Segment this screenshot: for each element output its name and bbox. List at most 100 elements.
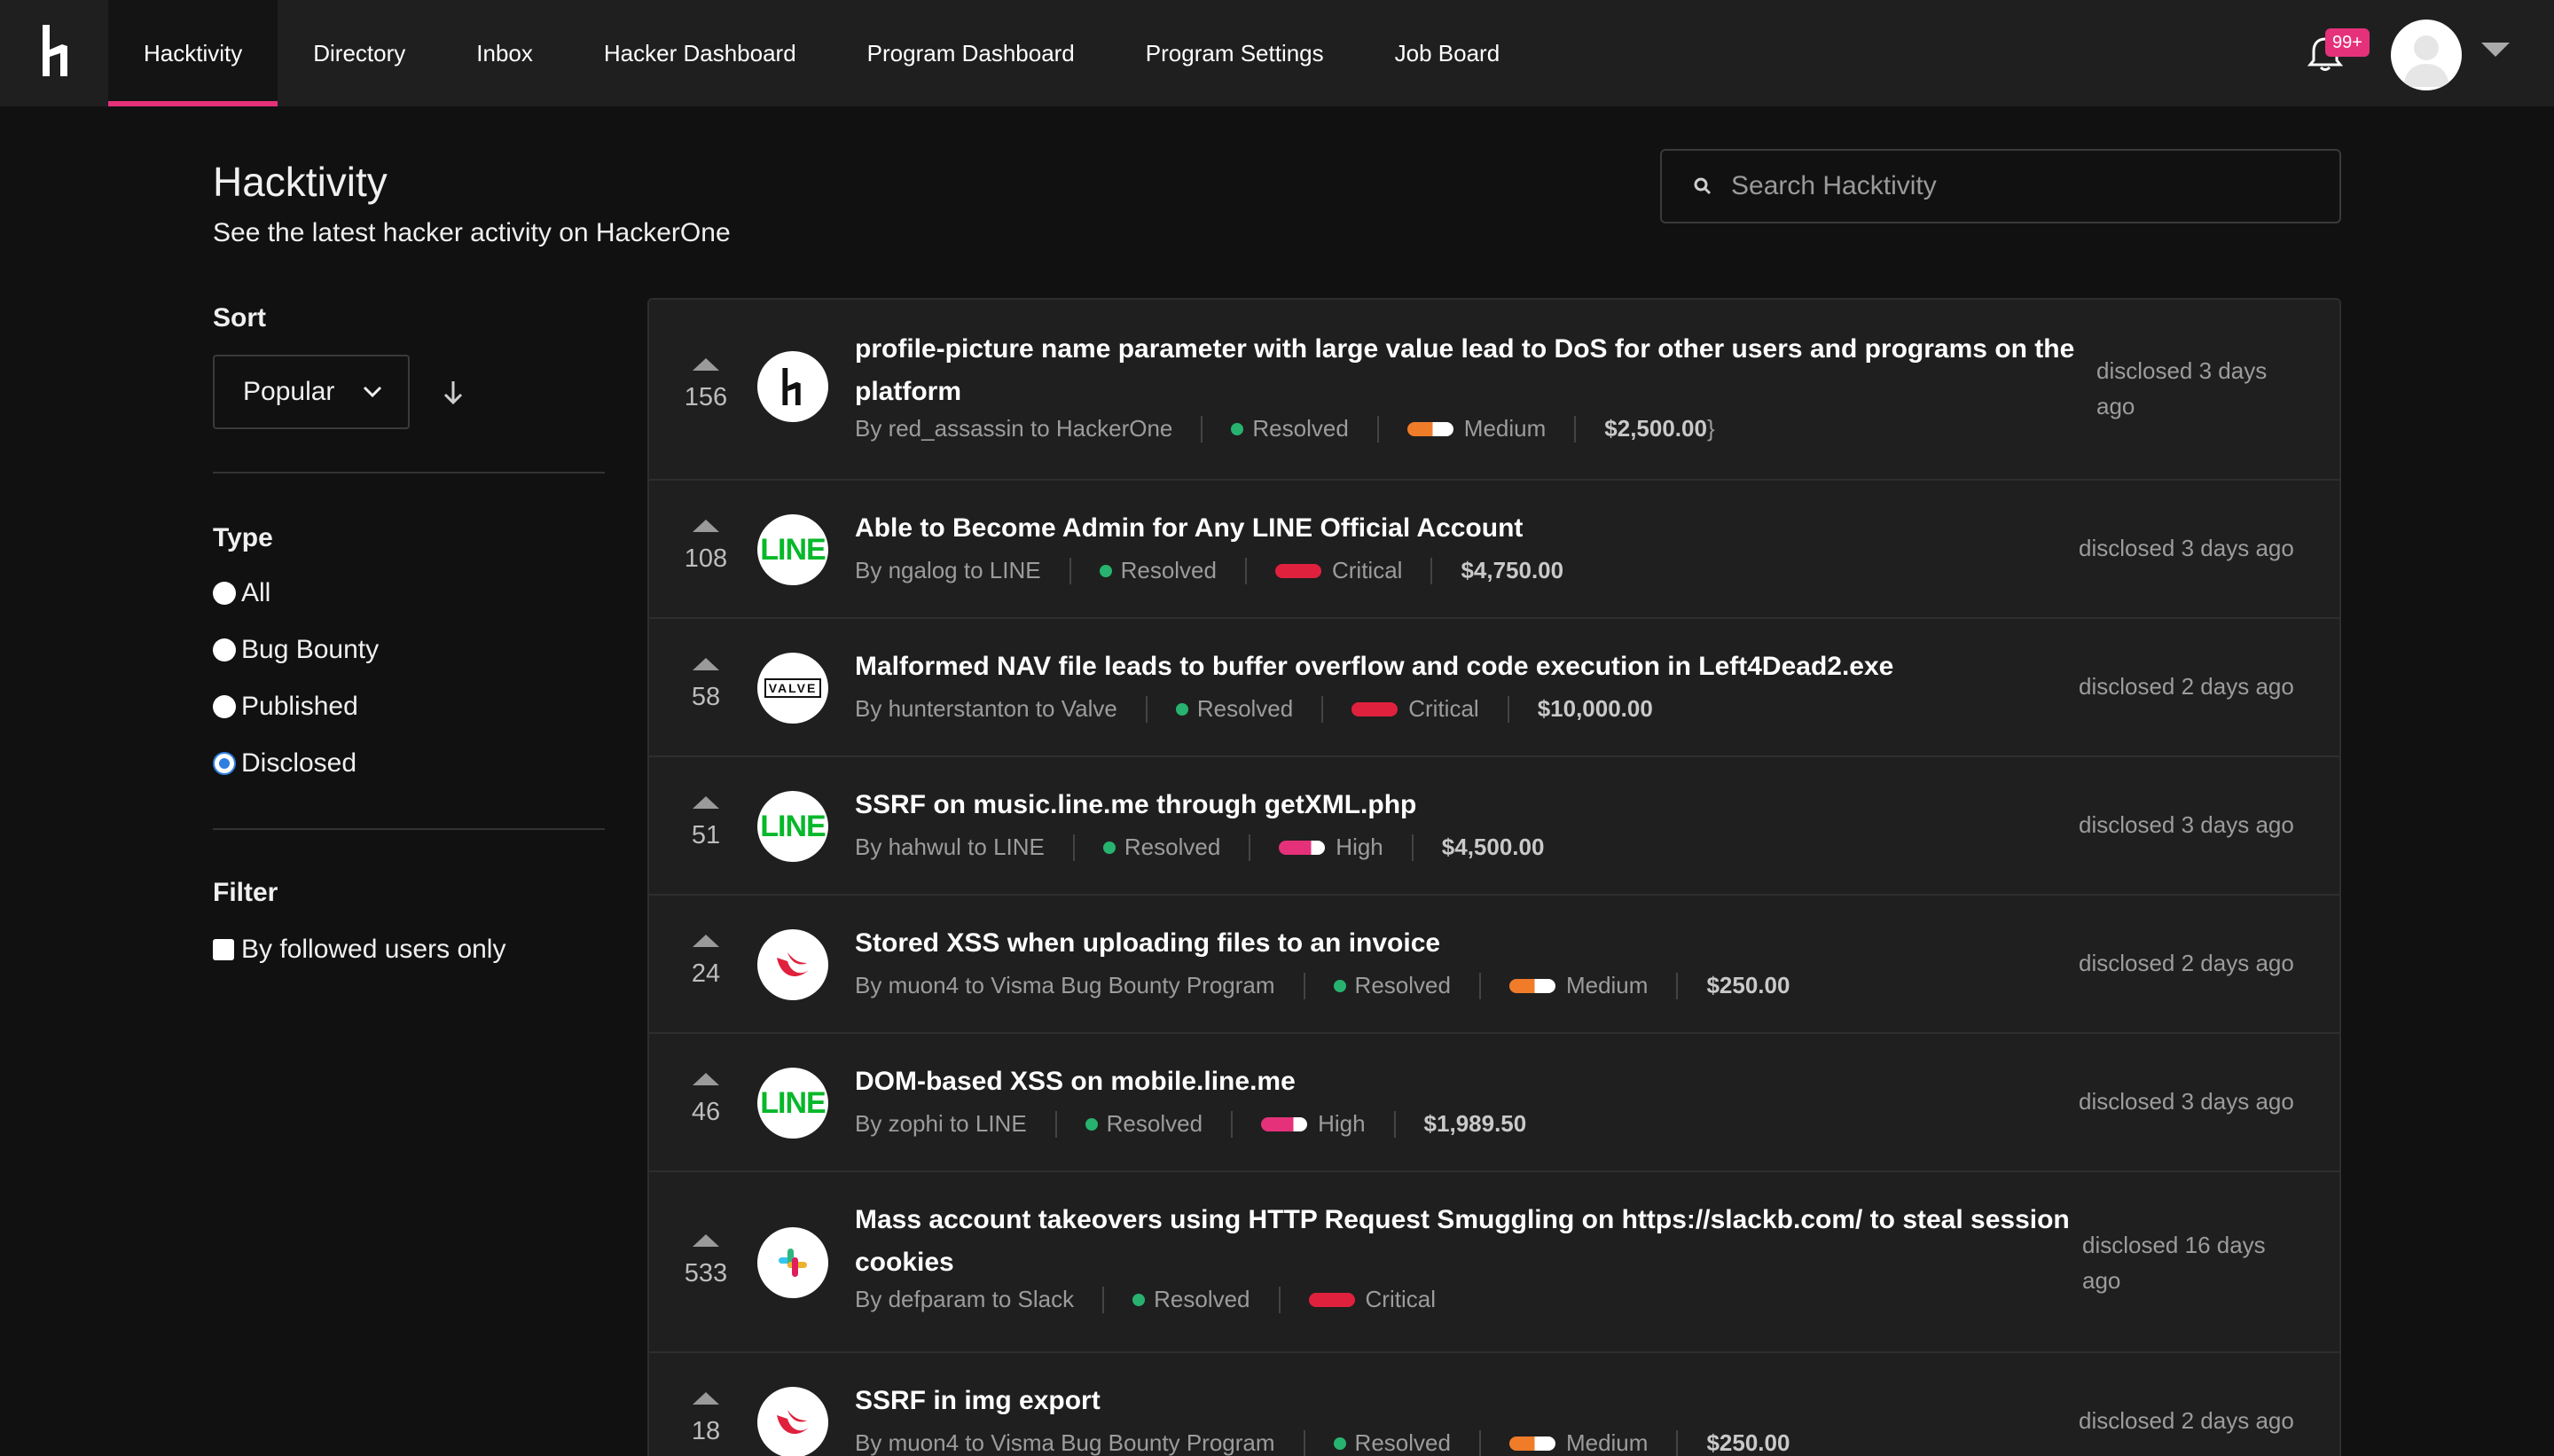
upvote[interactable]: 108 — [670, 520, 741, 574]
visma-icon[interactable] — [757, 1387, 828, 1456]
report-title[interactable]: Stored XSS when uploading files to an in… — [855, 922, 1440, 965]
report-bounty: $10,000.00 — [1537, 695, 1653, 722]
upvote-arrow-icon[interactable] — [693, 935, 719, 947]
upvote-arrow-icon[interactable] — [693, 358, 719, 371]
nav-tab-hacktivity[interactable]: Hacktivity — [108, 0, 278, 106]
upvote[interactable]: 533 — [670, 1234, 741, 1288]
meta-separator — [1393, 1110, 1396, 1138]
upvote-arrow-icon[interactable] — [693, 1234, 719, 1247]
filter-option-label: By followed users only — [241, 935, 506, 964]
radio-button[interactable] — [213, 582, 236, 605]
report-meta: By defparam to Slack Resolved Critical — [855, 1286, 1436, 1313]
line-icon[interactable]: LINE — [757, 791, 828, 862]
visma-icon[interactable] — [757, 929, 828, 1000]
sort-select[interactable]: Popular — [213, 355, 410, 429]
checkbox[interactable] — [213, 939, 234, 960]
report-bounty: $250.00 — [1706, 1429, 1790, 1456]
report-row[interactable]: 51 LINE SSRF on music.line.me through ge… — [649, 757, 2339, 896]
hackerone-logo-icon[interactable] — [39, 25, 74, 76]
vote-count: 156 — [684, 383, 728, 411]
upvote[interactable]: 18 — [670, 1392, 741, 1446]
upvote-arrow-icon[interactable] — [693, 1392, 719, 1405]
valve-icon[interactable]: VALVE — [757, 653, 828, 724]
type-option-disclosed[interactable]: Disclosed — [213, 748, 356, 779]
radio-button[interactable] — [213, 638, 236, 661]
page-title: Hacktivity — [213, 159, 388, 205]
report-bounty: $250.00 — [1706, 972, 1790, 998]
report-meta: By hahwul to LINE Resolved High $4,500.0… — [855, 834, 1544, 861]
upvote[interactable]: 51 — [670, 796, 741, 850]
report-title[interactable]: Able to Become Admin for Any LINE Offici… — [855, 507, 1523, 550]
nav-tab-inbox[interactable]: Inbox — [441, 0, 568, 106]
report-author[interactable]: By muon4 to Visma Bug Bounty Program — [855, 972, 1275, 999]
report-severity: Critical — [1408, 695, 1479, 722]
report-author[interactable]: By muon4 to Visma Bug Bounty Program — [855, 1429, 1275, 1456]
report-state: Resolved — [1354, 972, 1451, 998]
report-row[interactable]: 58 VALVE Malformed NAV file leads to buf… — [649, 619, 2339, 757]
report-author[interactable]: By zophi to LINE — [855, 1110, 1027, 1138]
vote-count: 18 — [691, 1417, 721, 1445]
type-option-bug-bounty[interactable]: Bug Bounty — [213, 635, 379, 665]
resolved-dot-icon — [1231, 422, 1244, 435]
nav-tab-job-board[interactable]: Job Board — [1359, 0, 1536, 106]
report-row[interactable]: 24 Stored XSS when uploading files to an… — [649, 896, 2339, 1034]
report-author[interactable]: By defparam to Slack — [855, 1286, 1074, 1313]
line-icon[interactable]: LINE — [757, 514, 828, 585]
upvote[interactable]: 46 — [670, 1073, 741, 1127]
hackerone-icon[interactable] — [757, 351, 828, 422]
upvote[interactable]: 24 — [670, 935, 741, 989]
resolved-dot-icon — [1132, 1293, 1146, 1306]
report-author[interactable]: By hunterstanton to Valve — [855, 695, 1117, 723]
vote-count: 533 — [684, 1259, 728, 1288]
report-author[interactable]: By hahwul to LINE — [855, 834, 1045, 861]
report-row[interactable]: 46 LINE DOM-based XSS on mobile.line.me … — [649, 1034, 2339, 1172]
report-title[interactable]: profile-picture name parameter with larg… — [855, 328, 2074, 413]
slack-icon[interactable] — [757, 1227, 828, 1298]
report-state: Resolved — [1252, 415, 1349, 442]
upvote-arrow-icon[interactable] — [693, 1073, 719, 1085]
upvote-arrow-icon[interactable] — [693, 658, 719, 670]
report-title[interactable]: SSRF on music.line.me through getXML.php — [855, 784, 1416, 826]
filter-followed-users[interactable]: By followed users only — [213, 935, 505, 965]
report-author[interactable]: By ngalog to LINE — [855, 557, 1041, 584]
nav-tab-program-dashboard[interactable]: Program Dashboard — [832, 0, 1110, 106]
report-title[interactable]: Mass account takeovers using HTTP Reques… — [855, 1199, 2070, 1284]
report-state: Resolved — [1120, 557, 1217, 583]
user-menu-caret-icon[interactable] — [2481, 43, 2510, 57]
report-bounty: $4,750.00 — [1461, 557, 1564, 583]
type-option-published[interactable]: Published — [213, 692, 358, 722]
user-avatar[interactable] — [2391, 20, 2462, 90]
report-title[interactable]: SSRF in img export — [855, 1380, 1101, 1422]
disclosed-time: disclosed 3 days ago — [2079, 1088, 2294, 1115]
line-logo-text: LINE — [760, 809, 826, 843]
report-row[interactable]: 18 SSRF in img export By muon4 to Visma … — [649, 1353, 2339, 1456]
report-row[interactable]: 108 LINE Able to Become Admin for Any LI… — [649, 481, 2339, 619]
report-title[interactable]: Malformed NAV file leads to buffer overf… — [855, 646, 1893, 688]
report-title[interactable]: DOM-based XSS on mobile.line.me — [855, 1061, 1296, 1103]
upvote-arrow-icon[interactable] — [693, 796, 719, 809]
radio-button-selected[interactable] — [213, 752, 236, 775]
line-icon[interactable]: LINE — [757, 1068, 828, 1139]
meta-separator — [1054, 1110, 1057, 1138]
nav-tab-program-settings[interactable]: Program Settings — [1110, 0, 1359, 106]
nav-tab-directory[interactable]: Directory — [278, 0, 441, 106]
nav-tab-hacker-dashboard[interactable]: Hacker Dashboard — [568, 0, 832, 106]
upvote-arrow-icon[interactable] — [693, 520, 719, 532]
report-bounty: $4,500.00 — [1441, 834, 1545, 860]
radio-button[interactable] — [213, 695, 236, 718]
report-meta: By red_assassin to HackerOne Resolved Me… — [855, 415, 1715, 442]
report-row[interactable]: 533 Mass account takeovers using HTTP Re… — [649, 1172, 2339, 1353]
search-input[interactable] — [1731, 171, 2316, 201]
top-navbar: Hacktivity Directory Inbox Hacker Dashbo… — [0, 0, 2554, 106]
upvote[interactable]: 156 — [670, 358, 741, 412]
report-author[interactable]: By red_assassin to HackerOne — [855, 415, 1172, 442]
sort-direction-arrow-icon[interactable] — [442, 380, 465, 406]
upvote[interactable]: 58 — [670, 658, 741, 712]
report-meta: By muon4 to Visma Bug Bounty Program Res… — [855, 972, 1790, 999]
type-option-label: All — [241, 578, 271, 607]
search-box[interactable] — [1660, 149, 2341, 223]
report-row[interactable]: 156 profile-picture name parameter with … — [649, 300, 2339, 481]
type-option-all[interactable]: All — [213, 578, 270, 608]
resolved-dot-icon — [1175, 702, 1188, 716]
meta-separator — [1676, 1429, 1679, 1456]
